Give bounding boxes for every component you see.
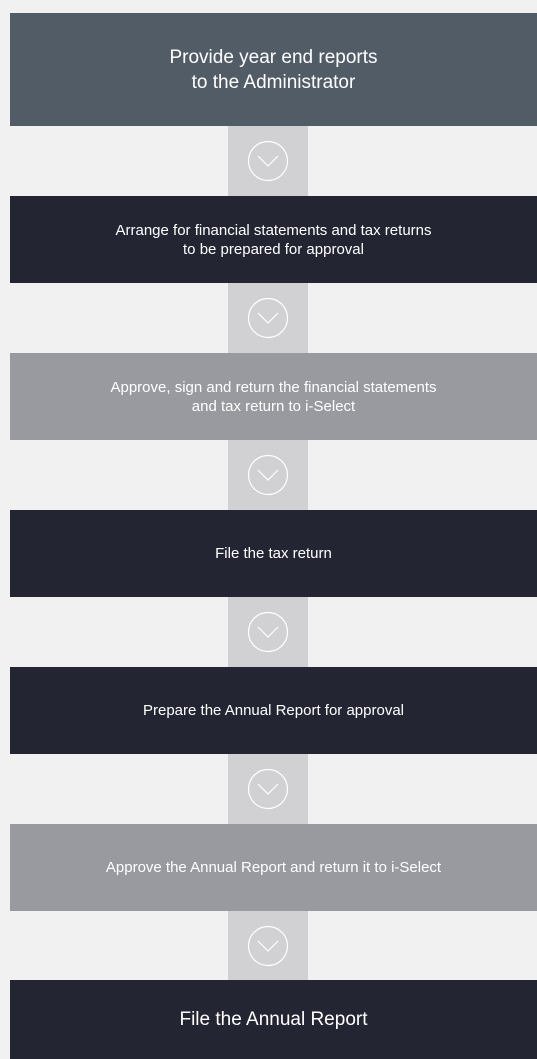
step-approve-annual-report: Approve the Annual Report and return it … — [10, 824, 537, 911]
flow-connector — [228, 911, 308, 980]
step-label: File the tax return — [215, 545, 332, 562]
step-label: File the Annual Report — [179, 1009, 368, 1030]
chevron-down-circle-icon — [247, 454, 289, 496]
process-flow-diagram: Provide year end reports to the Administ… — [10, 13, 537, 1059]
flow-connector — [228, 754, 308, 824]
step-label: Arrange for financial statements and tax… — [115, 221, 432, 258]
step-label: Approve, sign and return the financial s… — [110, 378, 437, 415]
step-file-tax-return: File the tax return — [10, 510, 537, 597]
chevron-down-circle-icon — [247, 611, 289, 653]
chevron-down-circle-icon — [247, 297, 289, 339]
chevron-down-circle-icon — [247, 768, 289, 810]
chevron-down-circle-icon — [247, 140, 289, 182]
step-approve-sign-return-statements: Approve, sign and return the financial s… — [10, 353, 537, 440]
flow-connector — [228, 597, 308, 667]
step-label: Prepare the Annual Report for approval — [143, 702, 404, 719]
flow-connector — [228, 283, 308, 353]
step-arrange-financial-statements: Arrange for financial statements and tax… — [10, 196, 537, 283]
step-prepare-annual-report: Prepare the Annual Report for approval — [10, 667, 537, 754]
chevron-down-circle-icon — [247, 925, 289, 966]
step-provide-year-end-reports: Provide year end reports to the Administ… — [10, 13, 537, 126]
step-label: Provide year end reports to the Administ… — [169, 46, 378, 93]
flow-connector — [228, 440, 308, 510]
step-label: Approve the Annual Report and return it … — [105, 859, 442, 876]
flow-connector — [228, 126, 308, 196]
step-file-annual-report: File the Annual Report — [10, 980, 537, 1059]
